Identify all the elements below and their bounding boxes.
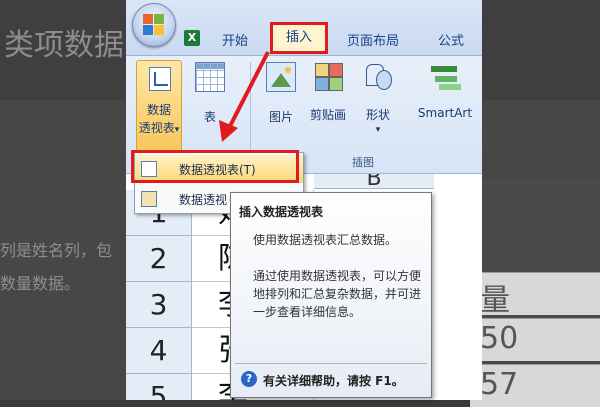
clipart-label: 剪贴画 <box>309 108 346 122</box>
tab-page-layout[interactable]: 页面布局 <box>347 30 399 49</box>
clipart-button[interactable]: 剪贴画 <box>308 62 348 123</box>
row-header[interactable]: 5 <box>126 374 192 400</box>
group-label-illustrations: 插图 <box>352 156 374 169</box>
background-cell: 量 <box>470 272 600 318</box>
ribbon-tab-bar: X 开始 插入 页面布局 公式 <box>126 0 482 56</box>
picture-button[interactable]: 图片 <box>261 62 301 125</box>
excel-quick-access-icon[interactable]: X <box>184 30 200 46</box>
table-button[interactable]: 表 <box>190 62 230 125</box>
row-header[interactable]: 3 <box>126 282 192 328</box>
tab-insert-label: 插入 <box>285 30 312 45</box>
tooltip-description-1: 使用数据透视表汇总数据。 <box>253 233 398 247</box>
background-cell-text: 50 <box>480 321 519 356</box>
menu-item-label: 数据透视 <box>179 193 228 207</box>
background-text-line-1: 列是姓名列，包 <box>0 241 113 260</box>
shapes-dropdown-caret-icon: ▾ <box>375 125 381 135</box>
background-cell-text: 57 <box>480 367 519 402</box>
background-cell: 57 <box>470 364 600 407</box>
smartart-icon <box>431 62 459 90</box>
background-cell: 50 <box>470 318 600 361</box>
pivot-label-line-1: 数据 <box>146 103 171 117</box>
tooltip-divider <box>235 363 427 364</box>
smartart-label: SmartArt <box>417 106 473 120</box>
pivot-chart-small-icon <box>141 191 157 207</box>
tab-formulas[interactable]: 公式 <box>438 30 464 49</box>
pivot-label-line-2-wrap: 透视表▾ <box>137 119 181 136</box>
tooltip: 插入数据透视表 使用数据透视表汇总数据。 通过使用数据透视表，可以方便地排列和汇… <box>230 192 432 398</box>
smartart-button[interactable]: SmartArt <box>416 62 474 120</box>
tooltip-title: 插入数据透视表 <box>239 205 324 219</box>
shapes-label: 形状 <box>365 108 390 122</box>
row-header[interactable]: 2 <box>126 236 192 282</box>
pivot-table-icon <box>149 67 171 91</box>
highlight-box-menu <box>131 150 299 183</box>
column-header-b[interactable]: B <box>314 174 434 189</box>
office-logo-icon <box>143 14 165 36</box>
pivot-label-line-2: 透视表 <box>138 121 175 135</box>
background-text-line-2: 数量数据。 <box>0 274 81 293</box>
picture-icon <box>266 62 296 92</box>
clipart-icon <box>314 62 343 91</box>
row-header[interactable]: 4 <box>126 328 192 374</box>
tab-home[interactable]: 开始 <box>222 30 248 49</box>
tab-insert[interactable]: 插入 <box>270 22 328 54</box>
table-icon <box>195 62 225 92</box>
pivot-dropdown-caret-icon: ▾ <box>174 125 180 135</box>
tooltip-help: 有关详细帮助，请按 F1。 <box>263 374 404 388</box>
office-button[interactable] <box>132 3 176 47</box>
group-divider <box>250 62 251 164</box>
shapes-button[interactable]: 形状 ▾ <box>358 62 398 135</box>
tooltip-description-2: 通过使用数据透视表，可以方便地排列和汇总复杂数据，并可进一步查看详细信息。 <box>253 269 422 319</box>
help-icon: ? <box>241 371 257 387</box>
picture-label: 图片 <box>268 110 293 124</box>
background-cell-text: 量 <box>480 283 510 318</box>
pivot-table-button[interactable]: 数据 透视表▾ <box>136 60 182 154</box>
shapes-icon <box>364 62 392 90</box>
table-label: 表 <box>203 110 216 124</box>
